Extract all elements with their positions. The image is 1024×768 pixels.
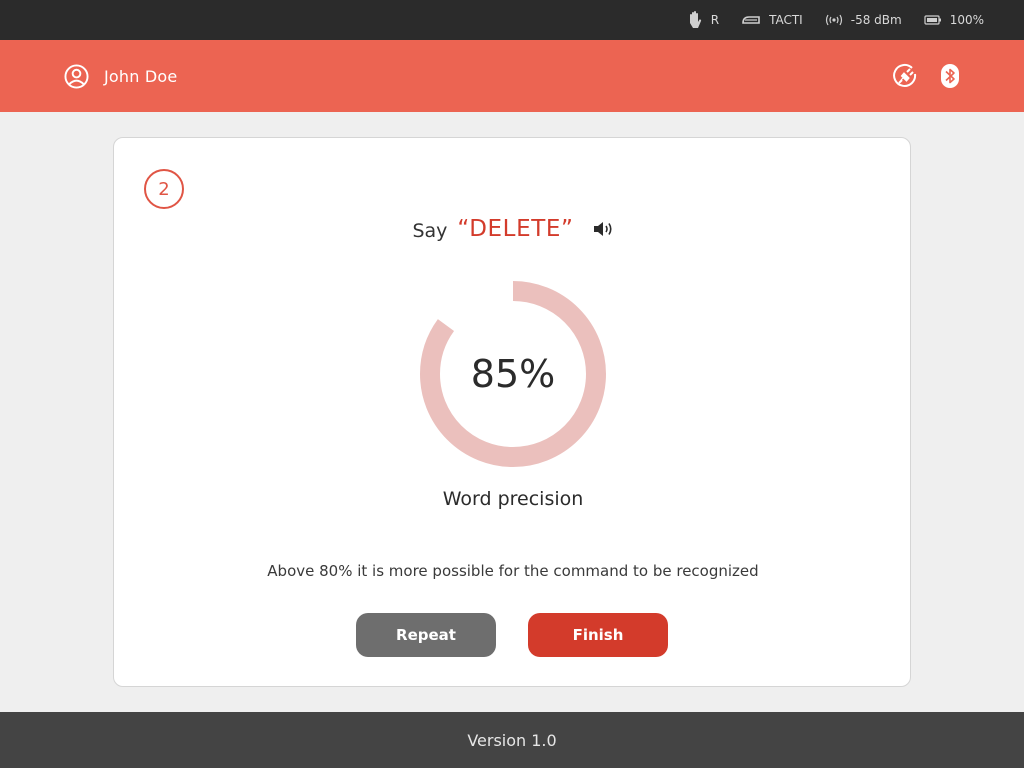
app-footer: Version 1.0 <box>0 712 1024 768</box>
status-bar: R TACTI -58 dBm 100% <box>0 0 1024 40</box>
header-actions <box>892 40 960 112</box>
plug-icon <box>893 63 917 87</box>
power-connection-button[interactable] <box>892 63 918 89</box>
signal-status: -58 dBm <box>825 13 902 27</box>
user-profile[interactable]: John Doe <box>64 63 178 89</box>
user-name: John Doe <box>104 66 178 86</box>
version-label: Version 1.0 <box>467 730 557 750</box>
hand-status: R <box>687 10 719 30</box>
precision-value: 85% <box>470 352 556 396</box>
precision-gauge: 85% <box>420 281 606 467</box>
precision-label: Word precision <box>442 488 584 510</box>
finish-button[interactable]: Finish <box>528 613 668 657</box>
battery-icon <box>924 15 941 25</box>
app-header: John Doe <box>0 40 1024 112</box>
hand-side-label: R <box>710 13 720 27</box>
device-icon <box>742 16 760 24</box>
battery-label: 100% <box>949 13 984 27</box>
training-card: 2 Say “DELETE” 85% Word precision Above … <box>113 137 911 687</box>
say-label: Say <box>412 220 448 242</box>
speaker-icon <box>593 222 612 236</box>
play-audio-button[interactable] <box>592 220 614 238</box>
battery-status: 100% <box>924 13 984 27</box>
signal-label: -58 dBm <box>850 13 902 27</box>
device-status: TACTI <box>741 13 803 27</box>
precision-hint: Above 80% it is more possible for the co… <box>267 562 759 580</box>
command-word: “DELETE” <box>457 216 574 242</box>
repeat-button[interactable]: Repeat <box>356 613 496 657</box>
voice-prompt: Say “DELETE” <box>114 212 912 246</box>
bluetooth-button[interactable] <box>940 63 960 89</box>
user-circle-icon <box>64 63 89 89</box>
signal-icon <box>825 14 842 26</box>
device-label: TACTI <box>769 13 803 27</box>
step-badge: 2 <box>144 169 184 209</box>
bluetooth-icon <box>941 64 959 88</box>
hand-icon <box>689 11 701 28</box>
